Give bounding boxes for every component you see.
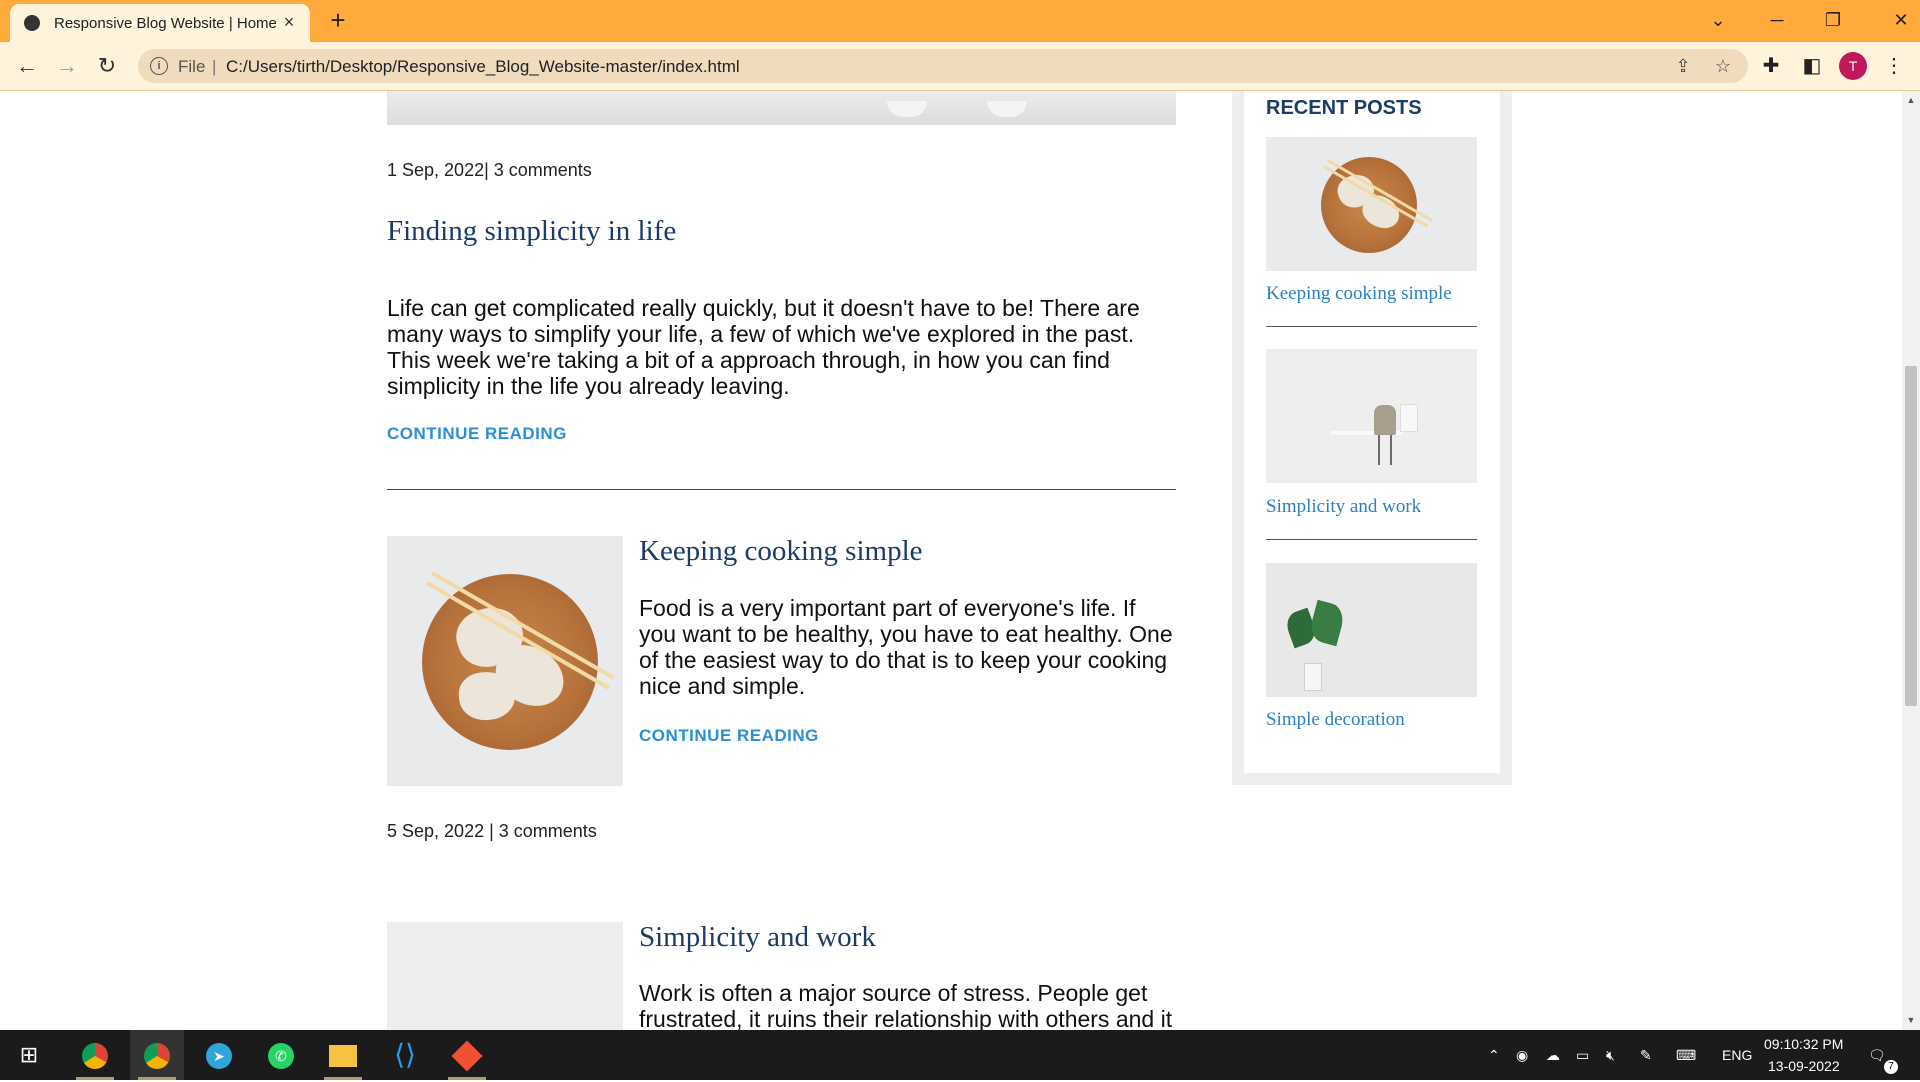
post-divider <box>387 489 1176 490</box>
recent-post-link[interactable]: Simple decoration <box>1266 709 1405 731</box>
vscode-icon[interactable]: ⟨⟩ <box>378 1030 432 1080</box>
menu-kebab-icon[interactable]: ⋮ <box>1880 52 1908 80</box>
restore-button[interactable]: ❐ <box>1813 6 1853 34</box>
recent-post-divider <box>1266 326 1477 327</box>
post-excerpt: Work is often a major source of stress. … <box>639 980 1173 1030</box>
whatsapp-icon[interactable]: ✆ <box>254 1030 308 1080</box>
url-separator: | <box>212 57 217 76</box>
scroll-up-arrow-icon[interactable]: ▲ <box>1906 95 1916 105</box>
windows-start-icon[interactable]: ⊞ <box>2 1030 56 1080</box>
post-title[interactable]: Simplicity and work <box>639 921 876 954</box>
address-bar[interactable]: i File | C:/Users/tirth/Desktop/Responsi… <box>138 49 1748 83</box>
recent-post-link[interactable]: Simplicity and work <box>1266 496 1421 518</box>
post-title[interactable]: Keeping cooking simple <box>639 535 923 568</box>
tab-search-chevron-icon[interactable]: ⌄ <box>1698 6 1738 34</box>
globe-icon <box>24 15 40 31</box>
tray-expand-icon[interactable]: ⌃ <box>1488 1045 1500 1065</box>
browser-tab-strip: Responsive Blog Website | Home × + ⌄ ─ ❐… <box>0 0 1920 42</box>
onedrive-icon[interactable]: ☁ <box>1546 1045 1560 1065</box>
share-icon[interactable]: ⇪ <box>1672 55 1694 77</box>
keyboard-icon[interactable]: ⌨ <box>1676 1045 1696 1065</box>
close-window-button[interactable]: ✕ <box>1881 6 1920 34</box>
page-scrollbar[interactable]: ▲ ▼ <box>1902 91 1920 1030</box>
scroll-down-arrow-icon[interactable]: ▼ <box>1906 1015 1916 1025</box>
file-explorer-icon[interactable] <box>316 1030 370 1080</box>
dumpling-image[interactable] <box>387 536 623 786</box>
active-tab[interactable]: Responsive Blog Website | Home × <box>10 4 310 42</box>
reload-button[interactable]: ↻ <box>93 52 121 80</box>
continue-reading-link[interactable]: CONTINUE READING <box>639 726 819 746</box>
recent-post-divider <box>1266 539 1477 540</box>
pen-icon[interactable]: ✎ <box>1640 1045 1652 1065</box>
chrome-icon[interactable] <box>68 1030 122 1080</box>
language-indicator[interactable]: ENG <box>1722 1045 1752 1065</box>
browser-toolbar: ← → ↻ i File | C:/Users/tirth/Desktop/Re… <box>0 42 1920 91</box>
recent-post-link[interactable]: Keeping cooking simple <box>1266 283 1452 305</box>
side-panel-icon[interactable]: ◧ <box>1798 52 1826 80</box>
info-icon[interactable]: i <box>150 57 168 75</box>
recent-post-thumb-work[interactable] <box>1266 349 1477 483</box>
url-text[interactable]: C:/Users/tirth/Desktop/Responsive_Blog_W… <box>226 57 740 77</box>
page-viewport: 1 Sep, 2022| 3 comments Finding simplici… <box>0 91 1902 1030</box>
git-icon[interactable] <box>440 1030 494 1080</box>
recent-post-thumb-cooking[interactable] <box>1266 137 1477 271</box>
post-meta: 1 Sep, 2022| 3 comments <box>387 160 592 180</box>
forward-button[interactable]: → <box>53 52 81 80</box>
recent-post-thumb-decoration[interactable] <box>1266 563 1477 697</box>
post-excerpt: Food is a very important part of everyon… <box>639 595 1173 699</box>
clock-time[interactable]: 09:10:32 PM <box>1764 1036 1843 1052</box>
tray-telegram-icon[interactable]: ◉ <box>1516 1045 1528 1065</box>
telegram-icon[interactable]: ➤ <box>192 1030 246 1080</box>
sidebar: RECENT POSTS Keeping cooking simple Simp… <box>1232 91 1512 785</box>
windows-taskbar: ⊞ ➤ ✆ ⟨⟩ ⌃ ◉ ☁ ▭ 🔇︎ ✎ ⌨ ENG 09:10:32 PM … <box>0 1030 1920 1080</box>
extensions-icon[interactable]: ✚ <box>1757 52 1785 80</box>
volume-muted-icon[interactable]: 🔇︎ <box>1606 1045 1615 1065</box>
bookmark-star-icon[interactable]: ☆ <box>1712 55 1734 77</box>
profile-avatar[interactable]: T <box>1839 52 1867 80</box>
post-image-partial <box>387 91 1176 125</box>
continue-reading-link[interactable]: CONTINUE READING <box>387 424 567 444</box>
scroll-thumb[interactable] <box>1905 366 1917 706</box>
clock-date[interactable]: 13-09-2022 <box>1768 1058 1840 1074</box>
recent-posts-panel: RECENT POSTS Keeping cooking simple Simp… <box>1244 91 1500 773</box>
post-meta: 5 Sep, 2022 | 3 comments <box>387 821 597 841</box>
battery-icon[interactable]: ▭ <box>1576 1045 1589 1065</box>
post-excerpt: Life can get complicated really quickly,… <box>387 295 1140 399</box>
chrome-profile-icon[interactable] <box>130 1030 184 1080</box>
tab-title: Responsive Blog Website | Home <box>54 15 277 32</box>
url-scheme-label: File <box>178 57 206 76</box>
recent-posts-heading: RECENT POSTS <box>1266 97 1422 119</box>
close-tab-icon[interactable]: × <box>278 11 300 33</box>
minimize-button[interactable]: ─ <box>1757 6 1797 34</box>
notification-count-badge: 7 <box>1884 1060 1898 1074</box>
back-button[interactable]: ← <box>13 52 41 80</box>
new-tab-button[interactable]: + <box>324 6 352 34</box>
work-desk-image[interactable] <box>387 922 623 1030</box>
post-title[interactable]: Finding simplicity in life <box>387 215 676 248</box>
